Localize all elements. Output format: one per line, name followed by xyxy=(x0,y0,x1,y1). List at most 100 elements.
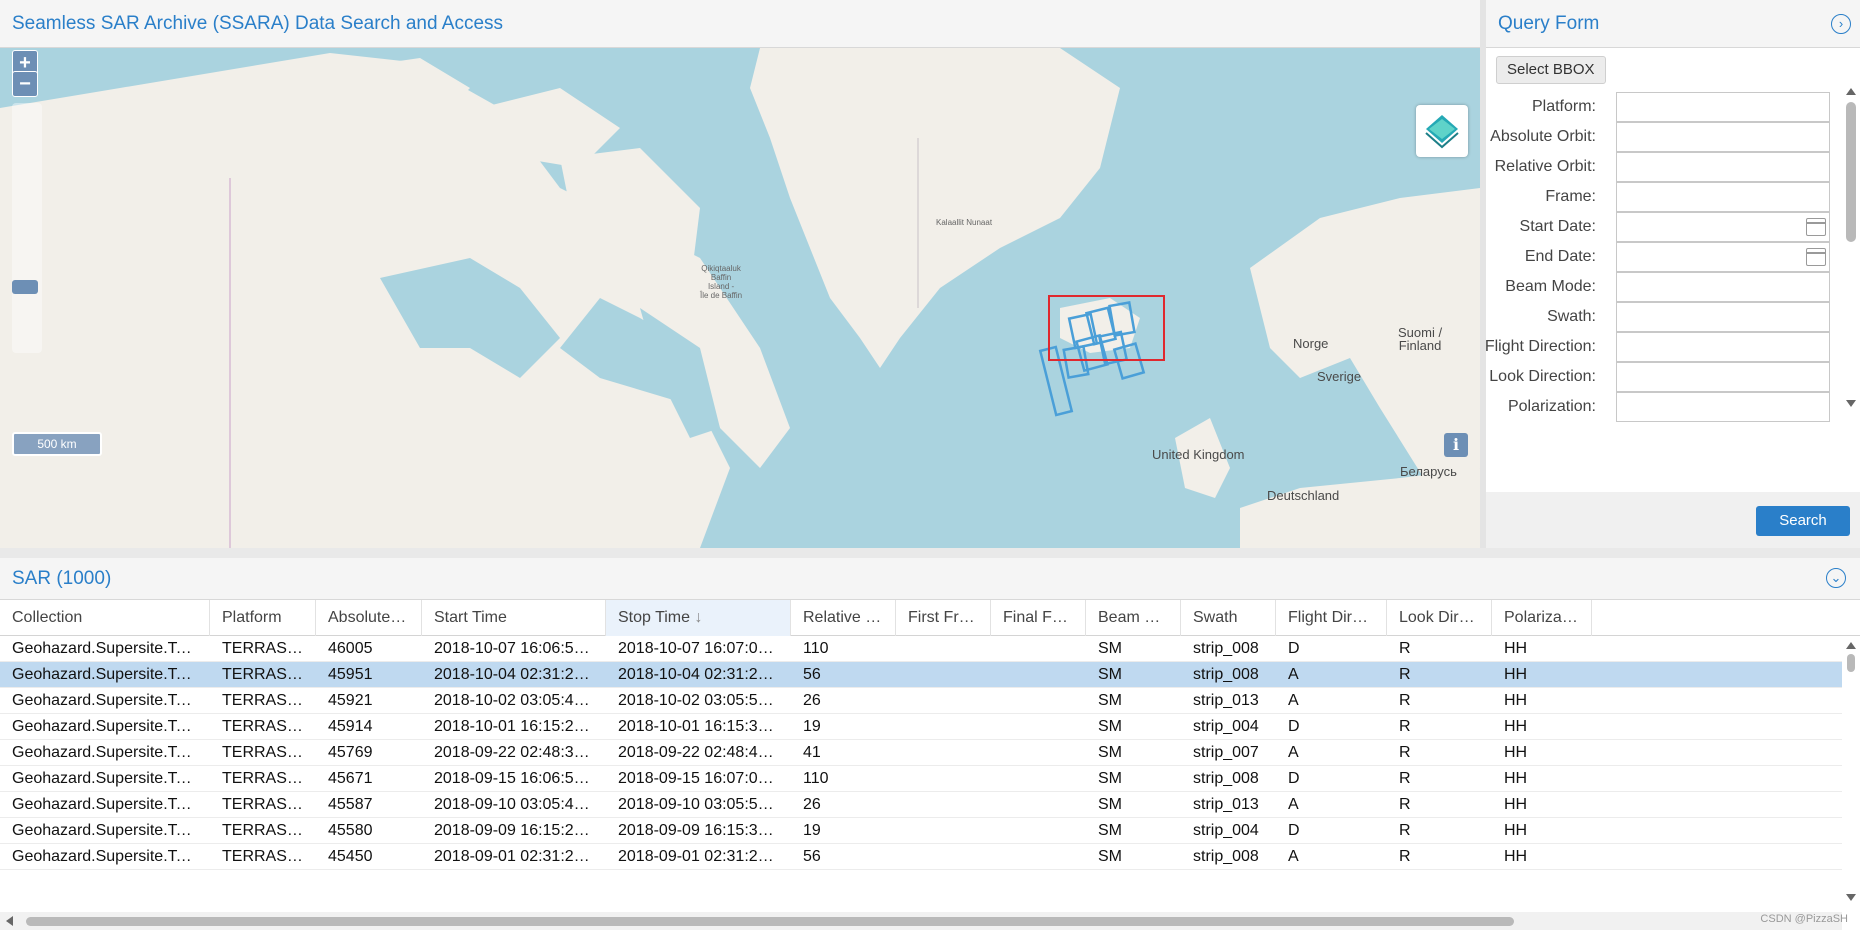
column-header[interactable]: Flight Direct... xyxy=(1276,600,1387,636)
table-cell: HH xyxy=(1504,718,1528,735)
field-input[interactable] xyxy=(1616,362,1830,392)
column-header[interactable]: Platform xyxy=(210,600,316,636)
table-cell xyxy=(896,792,991,818)
table-cell xyxy=(991,636,1086,662)
query-header: Query Form › xyxy=(1486,0,1860,48)
calendar-icon[interactable] xyxy=(1806,248,1826,266)
table-cell: HH xyxy=(1504,692,1528,709)
table-row[interactable]: Geohazard.Supersite.TerraS... TERRASA... 4… xyxy=(0,662,1842,688)
column-header[interactable]: Relative Orbit xyxy=(791,600,896,636)
table-cell: Geohazard.Supersite.TerraS... xyxy=(12,666,210,683)
table-cell: HH xyxy=(1504,666,1528,683)
field-input[interactable] xyxy=(1616,242,1830,272)
field-input[interactable] xyxy=(1616,122,1830,152)
table-cell xyxy=(896,636,991,662)
field-input[interactable] xyxy=(1616,302,1830,332)
table-cell: R xyxy=(1399,640,1411,657)
zoom-slider-track[interactable] xyxy=(12,103,42,353)
field-input[interactable] xyxy=(1616,152,1830,182)
column-header[interactable]: First Frame xyxy=(896,600,991,636)
table-row[interactable]: Geohazard.Supersite.TerraS... TERRASA... 4… xyxy=(0,844,1842,870)
table-cell xyxy=(991,740,1086,766)
column-header[interactable]: Swath xyxy=(1181,600,1276,636)
collapse-results-button[interactable]: ⌄ xyxy=(1826,568,1846,588)
app-title: Seamless SAR Archive (SSARA) Data Search… xyxy=(12,13,504,34)
column-header[interactable]: Polarization xyxy=(1492,600,1592,636)
table-cell: strip_004 xyxy=(1193,822,1259,839)
scroll-up-button[interactable] xyxy=(1846,86,1856,96)
label-norge: Norge xyxy=(1293,336,1329,351)
table-cell: HH xyxy=(1504,796,1528,813)
table-cell: 2018-10-02 03:05:46.527 xyxy=(434,692,606,709)
table-cell: 2018-10-01 16:15:27.462 xyxy=(434,718,606,735)
field-label: Start Date: xyxy=(1519,218,1596,235)
map-view[interactable]: Kalaallit Nunaat Qikiqtaaluk Baffin Isla… xyxy=(0,48,1480,548)
grid-vscroll-thumb[interactable] xyxy=(1847,654,1855,672)
field-label: Platform: xyxy=(1531,98,1596,115)
table-cell: 19 xyxy=(803,822,821,839)
horizontal-splitter[interactable] xyxy=(0,548,1860,558)
grid-hscroll-thumb[interactable] xyxy=(26,917,1514,926)
form-row: Start Date: xyxy=(1486,212,1836,242)
table-row[interactable]: Geohazard.Supersite.TerraS... TERRASA... 4… xyxy=(0,766,1842,792)
table-cell: strip_007 xyxy=(1193,744,1259,761)
table-cell: 41 xyxy=(803,744,821,761)
table-row[interactable]: Geohazard.Supersite.TerraS... TERRASA... 4… xyxy=(0,714,1842,740)
table-cell: 2018-10-01 16:15:35.461 xyxy=(618,718,791,735)
column-header-label: Stop Time xyxy=(618,609,691,626)
table-cell: Geohazard.Supersite.TerraS... xyxy=(12,796,210,813)
field-input[interactable] xyxy=(1616,332,1830,362)
info-button[interactable]: i xyxy=(1444,433,1468,457)
results-panel: SAR (1000) ⌄ Collection Platform Absolute … xyxy=(0,558,1860,930)
calendar-icon[interactable] xyxy=(1806,218,1826,236)
column-header[interactable]: Look Direct... xyxy=(1387,600,1492,636)
field-input[interactable] xyxy=(1616,392,1830,422)
table-row[interactable]: Geohazard.Supersite.TerraS... TERRASA... 4… xyxy=(0,818,1842,844)
table-cell xyxy=(991,688,1086,714)
field-input[interactable] xyxy=(1616,182,1830,212)
column-header[interactable]: Beam Mo... xyxy=(1086,600,1181,636)
table-cell: TERRASA... xyxy=(222,718,311,735)
layer-switcher-button[interactable] xyxy=(1416,105,1468,157)
column-header[interactable]: Absolute O... xyxy=(316,600,422,636)
table-cell: D xyxy=(1288,822,1300,839)
zoom-out-button[interactable]: − xyxy=(12,71,38,97)
results-header: SAR (1000) ⌄ xyxy=(0,558,1860,600)
table-cell: HH xyxy=(1504,640,1528,657)
table-cell: HH xyxy=(1504,744,1528,761)
column-header[interactable]: Stop Time ↓ xyxy=(606,600,791,636)
table-cell: 45450 xyxy=(328,848,373,865)
table-cell xyxy=(896,766,991,792)
select-bbox-button[interactable]: Select BBOX xyxy=(1496,56,1606,84)
column-header[interactable]: Start Time xyxy=(422,600,606,636)
table-cell: Geohazard.Supersite.TerraS... xyxy=(12,640,210,657)
field-input[interactable] xyxy=(1616,212,1830,242)
table-cell: SM xyxy=(1098,796,1122,813)
table-cell: TERRASA... xyxy=(222,848,311,865)
search-button[interactable]: Search xyxy=(1756,506,1850,536)
table-cell: R xyxy=(1399,718,1411,735)
form-row: End Date: xyxy=(1486,242,1836,272)
grid-horizontal-scrollbar[interactable] xyxy=(0,912,1842,930)
table-cell: SM xyxy=(1098,666,1122,683)
form-scrollbar-thumb[interactable] xyxy=(1846,102,1856,242)
table-row[interactable]: Geohazard.Supersite.TerraS... TERRASA... 4… xyxy=(0,792,1842,818)
zoom-slider-thumb[interactable] xyxy=(12,280,38,294)
collapse-panel-button[interactable]: › xyxy=(1831,14,1851,34)
table-cell: D xyxy=(1288,718,1300,735)
column-header-label: Platform xyxy=(222,609,282,626)
scroll-down-button[interactable] xyxy=(1846,398,1856,408)
form-row: Swath: xyxy=(1486,302,1836,332)
table-row[interactable]: Geohazard.Supersite.TerraS... TERRASA... 4… xyxy=(0,740,1842,766)
column-header[interactable]: Collection xyxy=(0,600,210,636)
column-header[interactable]: Final Fra... xyxy=(991,600,1086,636)
table-cell xyxy=(991,792,1086,818)
table-row[interactable]: Geohazard.Supersite.TerraS... TERRASA... 4… xyxy=(0,636,1842,662)
grid-vertical-scrollbar[interactable] xyxy=(1846,642,1856,902)
table-cell: R xyxy=(1399,822,1411,839)
field-label: Swath: xyxy=(1547,308,1596,325)
field-input[interactable] xyxy=(1616,92,1830,122)
table-row[interactable]: Geohazard.Supersite.TerraS... TERRASA... 4… xyxy=(0,688,1842,714)
table-cell: strip_013 xyxy=(1193,692,1259,709)
field-input[interactable] xyxy=(1616,272,1830,302)
